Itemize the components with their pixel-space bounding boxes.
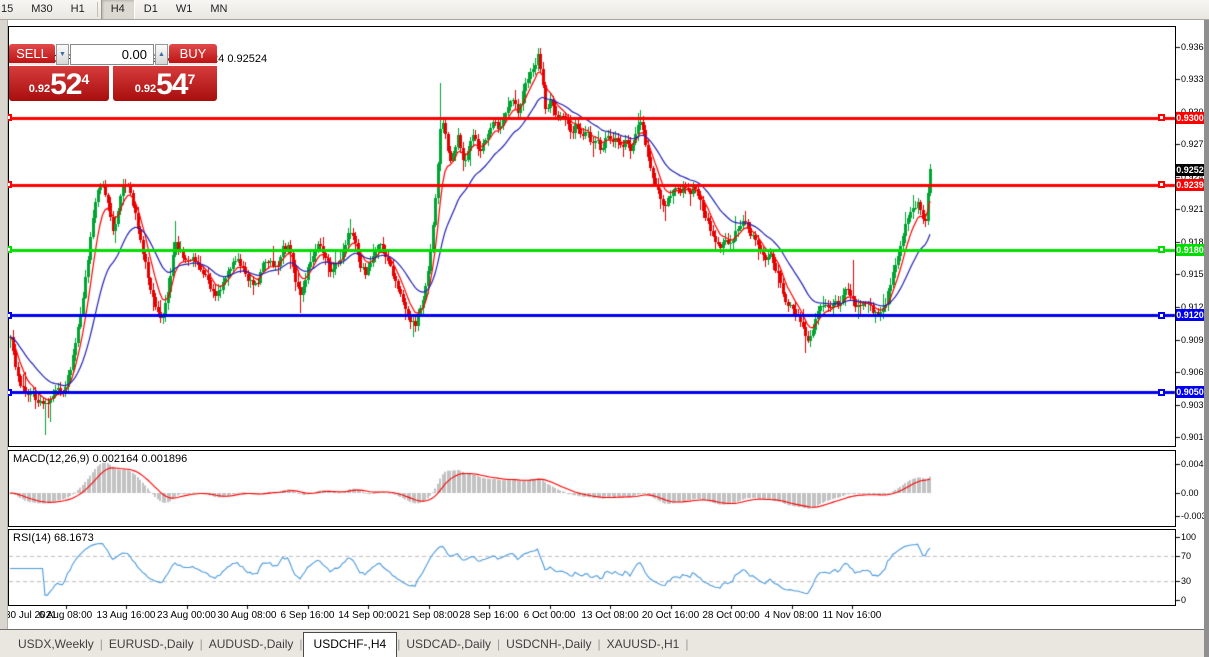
time-axis-label: 21 Sep 08:00 [399, 610, 459, 621]
timeframe-button-m30[interactable]: M30 [22, 0, 61, 19]
terminal-window: 15M30H1H4D1W1MN ▲ USDCHF-,H40.92542 0.92… [0, 0, 1209, 657]
time-axis-label: 28 Sep 16:00 [459, 610, 519, 621]
chart-tab-xauusd-h1[interactable]: XAUUSD-,H1 [601, 633, 686, 655]
toolbar-separator [97, 2, 98, 17]
macd-indicator-label: MACD(12,26,9) 0.002164 0.001896 [13, 453, 187, 465]
window-right-edge [1204, 20, 1209, 657]
timeframe-button-d1[interactable]: D1 [135, 0, 167, 19]
chart-tab-bar: USDX,Weekly|EURUSD-,Daily|AUDUSD-,Daily|… [0, 629, 1209, 657]
time-axis-label: 4 Nov 08:00 [765, 610, 819, 621]
chart-tab-usdchf-h4[interactable]: USDCHF-,H4 [303, 632, 398, 657]
buy-button[interactable]: BUY [169, 44, 217, 65]
hline-right-handle[interactable] [1158, 114, 1165, 121]
time-axis-label: 23 Aug 00:00 [157, 610, 216, 621]
hline-right-handle[interactable] [1158, 246, 1165, 253]
time-axis-label: 20 Oct 16:00 [642, 610, 699, 621]
hline-right-handle[interactable] [1158, 312, 1165, 319]
chart-tab-audusd-daily[interactable]: AUDUSD-,Daily [203, 633, 300, 655]
time-axis-label: 6 Oct 00:00 [524, 610, 576, 621]
timeframe-button-h4[interactable]: H4 [101, 0, 135, 19]
timeframe-button-15[interactable]: 15 [0, 0, 22, 19]
buy-price-prefix: 0.92 [135, 83, 156, 99]
sell-price-pip: 4 [82, 71, 90, 87]
timeframe-toolbar: 15M30H1 H4D1W1MN [0, 0, 1209, 20]
buy-price-display[interactable]: 0.92 54 7 [113, 66, 217, 101]
buy-price-pip: 7 [188, 71, 196, 87]
buy-price-big: 54 [156, 71, 187, 99]
volume-increase-button[interactable]: ▲ [155, 44, 168, 65]
window-left-edge [0, 20, 8, 657]
chart-tab-usdcnh-daily[interactable]: USDCNH-,Daily [500, 633, 597, 655]
time-axis-label: 6 Sep 16:00 [281, 610, 335, 621]
volume-input[interactable]: 0.00 [70, 44, 154, 65]
time-axis-label: 13 Oct 08:00 [581, 610, 638, 621]
time-axis-label: 30 Aug 08:00 [218, 610, 277, 621]
time-axis-label: 6 Aug 08:00 [39, 610, 92, 621]
time-axis-label: 11 Nov 16:00 [823, 610, 882, 621]
chart-tab-usdcad-daily[interactable]: USDCAD-,Daily [400, 633, 497, 655]
hline-right-handle[interactable] [1158, 389, 1165, 396]
rsi-indicator-label: RSI(14) 68.1673 [13, 532, 94, 544]
hline-right-handle[interactable] [1158, 181, 1165, 188]
time-axis-label: 28 Oct 00:00 [702, 610, 759, 621]
timeframe-button-mn[interactable]: MN [201, 0, 236, 19]
chart-tab-eurusd-daily[interactable]: EURUSD-,Daily [103, 633, 200, 655]
time-axis-label: 13 Aug 16:00 [97, 610, 156, 621]
time-axis-label: 14 Sep 00:00 [338, 610, 398, 621]
one-click-trading-panel: SELL ▼ 0.00 ▲ BUY 0.92 52 4 0.92 54 7 [9, 44, 217, 101]
volume-decrease-button[interactable]: ▼ [56, 44, 69, 65]
sell-button[interactable]: SELL [9, 44, 55, 65]
chart-tab-usdx-weekly[interactable]: USDX,Weekly [12, 633, 100, 655]
timeframe-button-w1[interactable]: W1 [167, 0, 202, 19]
tab-separator: | [685, 637, 688, 651]
timeframe-button-h1[interactable]: H1 [62, 0, 94, 19]
sell-price-prefix: 0.92 [29, 83, 50, 99]
sell-price-display[interactable]: 0.92 52 4 [9, 66, 109, 101]
sell-price-big: 52 [50, 71, 81, 99]
